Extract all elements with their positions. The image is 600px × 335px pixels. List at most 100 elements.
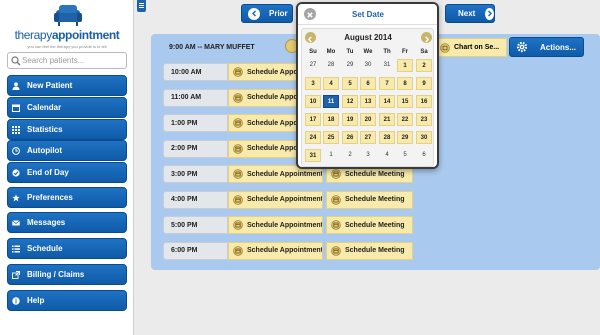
calendar-day-other-month[interactable]: 31 [379,59,395,72]
calendar-day[interactable]: 13 [360,95,376,108]
sidebar-item-label: Statistics [27,125,63,134]
sidebar-item-preferences[interactable]: Preferences [7,187,127,208]
time-slot-label: 1:00 PM [163,114,228,132]
calendar-day[interactable]: 21 [379,113,395,126]
time-slot-label: 3:00 PM [163,165,228,183]
calendar-day[interactable]: 29 [397,131,413,144]
day-of-week-header: We [363,49,373,55]
chart-icon [440,42,450,53]
calendar-day-other-month[interactable]: 6 [416,149,432,162]
sidebar-item-messages[interactable]: Messages [7,212,127,233]
sidebar-item-calendar[interactable]: Calendar [7,97,127,118]
schedule-appointment-button[interactable]: Schedule Appointment [228,88,300,107]
day-of-week-header: Tu [346,49,354,55]
actions-button[interactable]: Actions... [509,37,584,57]
appointment-row[interactable]: 9:00 AM -- MARY MUFFET [163,38,255,56]
schedule-appointment-button[interactable]: Schedule Appointment [228,216,323,234]
calendar-day[interactable]: 26 [342,131,358,144]
calendar-day[interactable]: 31 [305,149,321,162]
sidebar-item-schedule[interactable]: Schedule [7,238,127,259]
schedule-meeting-button[interactable]: Schedule Meeting [326,216,413,234]
calendar-day[interactable]: 11 [323,95,339,108]
calendar-day[interactable]: 6 [360,77,376,90]
schedule-appointment-button[interactable]: Schedule Appointment [228,190,323,209]
calendar-icon [233,67,243,77]
schedule-appointment-button[interactable]: Schedule Appointment [228,63,300,81]
calendar-icon [331,220,341,230]
schedule-appointment-button[interactable]: Schedule Appointment [228,241,323,260]
calendar-day-other-month[interactable]: 1 [323,149,339,162]
sidebar-item-help[interactable]: Help [7,290,127,311]
calendar-day-other-month[interactable]: 29 [342,59,358,72]
calendar-day-other-month[interactable]: 27 [305,59,321,72]
calendar-day-other-month[interactable]: 3 [360,149,376,162]
sidebar-item-billing-claims[interactable]: Billing / Claims [7,264,127,285]
sidebar-item-end-of-day[interactable]: End of Day [7,162,127,183]
logo[interactable]: therapyappointment you can feel the ther… [6,4,128,50]
calendar-day[interactable]: 15 [397,95,413,108]
sidebar-item-label: Messages [27,218,66,227]
schedule-meeting-button[interactable]: Schedule Meeting [326,241,413,260]
schedule-appointment-label: Schedule Appointment [247,119,300,127]
date-picker-title: Set Date [351,10,384,19]
gear-icon [516,41,528,53]
sidebar-item-autopilot[interactable]: Autopilot [7,140,127,161]
day-of-week-header: Fr [402,49,408,55]
time-slot-label: 10:00 AM [163,63,228,81]
calendar-day[interactable]: 10 [305,95,321,108]
calendar-day[interactable]: 3 [305,77,321,90]
search-box [7,52,127,69]
search-input[interactable] [22,54,124,67]
calendar-day[interactable]: 18 [323,113,339,126]
calendar-day[interactable]: 25 [323,131,339,144]
chart-on-schedule-cell[interactable]: Chart on Se... [435,38,507,57]
schedule-meeting-label: Schedule Meeting [345,247,405,254]
clock-icon [8,140,24,161]
prev-month-button[interactable] [305,32,316,43]
calendar-day[interactable]: 2 [416,59,432,72]
calendar-day[interactable]: 28 [379,131,395,144]
calendar-day-other-month[interactable]: 30 [360,59,376,72]
calendar-day[interactable]: 5 [342,77,358,90]
sidebar-item-statistics[interactable]: Statistics [7,119,127,140]
calendar-day-other-month[interactable]: 5 [397,149,413,162]
schedule-meeting-label: Schedule Meeting [345,196,405,203]
calendar-day[interactable]: 23 [416,113,432,126]
calendar-day[interactable]: 9 [416,77,432,90]
next-button[interactable]: Next [445,4,495,23]
date-picker-popup: Set Date August 2014 Su Mo Tu We Th Fr Sa 27 28 2… [296,2,439,169]
schedule-appointment-label: Schedule Appointment [247,196,323,203]
brand-part1: therapy [14,28,53,42]
user-icon [8,75,24,96]
calendar-day[interactable]: 19 [342,113,358,126]
schedule-meeting-button[interactable]: Schedule Meeting [326,190,413,209]
calendar-day[interactable]: 22 [397,113,413,126]
time-slot-label: 6:00 PM [163,241,228,260]
schedule-appointment-label: Schedule Appointment [247,145,300,152]
calendar-day[interactable]: 17 [305,113,321,126]
calendar-day[interactable]: 16 [416,95,432,108]
schedule-appointment-button[interactable]: Schedule Appointment [228,139,300,158]
calendar-day-other-month[interactable]: 4 [379,149,395,162]
sidebar-toggle-button[interactable] [137,0,146,12]
calendar-day[interactable]: 27 [360,131,376,144]
close-button[interactable] [304,8,316,20]
next-month-button[interactable] [421,32,432,43]
calendar-day[interactable]: 24 [305,131,321,144]
schedule-meeting-label: Schedule Meeting [345,221,405,229]
sidebar-item-new-patient[interactable]: New Patient [7,75,127,96]
calendar-day[interactable]: 14 [379,95,395,108]
sidebar-item-label: Schedule [27,244,63,253]
calendar-day[interactable]: 20 [360,113,376,126]
schedule-appointment-button[interactable]: Schedule Appointment [228,114,300,132]
calendar-day[interactable]: 7 [379,77,395,90]
calendar-day-other-month[interactable]: 28 [323,59,339,72]
calendar-day[interactable]: 30 [416,131,432,144]
calendar-day[interactable]: 12 [342,95,358,108]
calendar-day[interactable]: 1 [397,59,413,72]
schedule-appointment-label: Schedule Appointment [247,94,300,101]
calendar-day[interactable]: 8 [397,77,413,90]
prior-button[interactable]: Prior [241,4,293,23]
calendar-day-other-month[interactable]: 2 [342,149,358,162]
calendar-day[interactable]: 4 [323,77,339,90]
